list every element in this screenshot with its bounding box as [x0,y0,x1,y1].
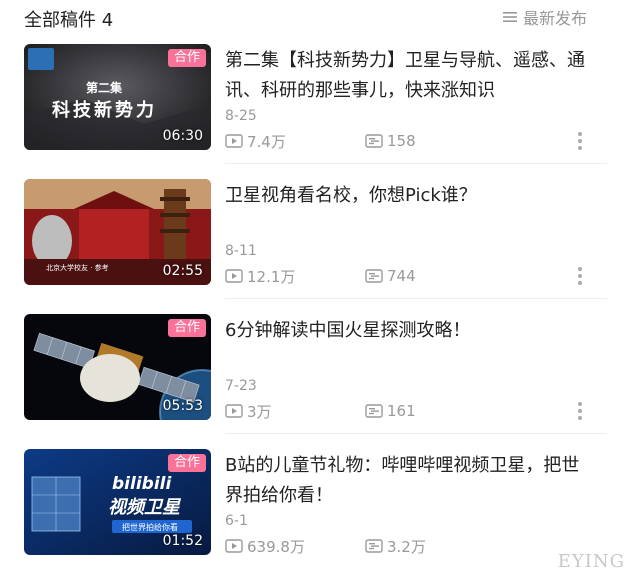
header: 全部稿件 4 最新发布 [0,0,637,36]
publish-date: 6-1 [225,513,248,529]
video-duration: 01:52 [162,533,203,549]
danmaku-icon [365,134,383,148]
cooperation-badge: 合作 [167,454,206,472]
video-thumbnail[interactable]: 北京大学校友 · 参考 02:55 [24,179,211,285]
video-item[interactable]: 第二集 科技新势力 合作 06:30 第二集【科技新势力】卫星与导航、遥感、通讯… [0,36,637,171]
video-thumbnail[interactable]: bilibili 视频卫星 把世界拍给你看 合作 01:52 [24,449,211,555]
play-count-icon [225,269,243,283]
danmaku-count-value: 744 [387,267,416,285]
watermark-logo: EYING [557,551,625,572]
video-title[interactable]: 6分钟解读中国火星探测攻略！ [225,316,595,346]
thumb-caption-1: 北京大学校友 · 参考 [46,263,109,272]
publish-date: 8-11 [225,243,257,259]
divider [225,433,607,434]
video-item[interactable]: 北京大学校友 · 参考 02:55 卫星视角看名校，你想Pick谁？ 8-11 … [0,171,637,306]
play-count-icon [225,404,243,418]
view-count-value: 7.4万 [247,132,286,151]
page-title: 全部稿件 4 [24,10,114,31]
view-count: 7.4万 [225,131,365,152]
view-count-value: 12.1万 [247,267,296,286]
danmaku-icon [365,404,383,418]
thumb-caption-3: 把世界拍给你看 [122,522,178,532]
video-duration: 06:30 [162,128,203,144]
more-vertical-icon [578,267,582,285]
view-count-value: 3万 [247,402,272,421]
more-options-button[interactable] [570,396,590,426]
danmaku-count: 3.2万 [365,536,426,557]
video-duration: 05:53 [162,398,203,414]
danmaku-count: 158 [365,132,416,150]
danmaku-count: 744 [365,267,416,285]
video-stats: 3万 161 [225,400,416,422]
publish-date: 8-25 [225,108,257,124]
video-thumbnail[interactable]: 合作 05:53 [24,314,211,420]
more-options-button[interactable] [570,126,590,156]
danmaku-icon [365,539,383,553]
thumb-caption-1: bilibili [112,474,172,494]
danmaku-count-value: 161 [387,402,416,420]
video-title[interactable]: 第二集【科技新势力】卫星与导航、遥感、通讯、科研的那些事儿，快来涨知识 [225,46,595,106]
danmaku-count: 161 [365,402,416,420]
video-thumbnail[interactable]: 第二集 科技新势力 合作 06:30 [24,44,211,150]
thumb-caption-2: 科技新势力 [52,99,157,121]
danmaku-count-value: 158 [387,132,416,150]
video-stats: 639.8万 3.2万 [225,535,426,557]
divider [225,298,607,299]
view-count: 639.8万 [225,536,365,557]
more-vertical-icon [578,402,582,420]
thumb-caption-2: 视频卫星 [108,497,182,518]
danmaku-count-value: 3.2万 [387,537,426,556]
play-count-icon [225,539,243,553]
more-options-button[interactable] [570,261,590,291]
list-icon [502,12,517,22]
video-stats: 7.4万 158 [225,130,416,152]
cooperation-badge: 合作 [167,49,206,67]
video-stats: 12.1万 744 [225,265,416,287]
video-item[interactable]: 合作 05:53 6分钟解读中国火星探测攻略！ 7-23 3万 161 [0,306,637,441]
view-count-value: 639.8万 [247,537,305,556]
cooperation-badge: 合作 [167,319,206,337]
view-count: 3万 [225,401,365,422]
publish-date: 7-23 [225,378,257,394]
thumb-caption-1: 第二集 [86,80,123,95]
video-duration: 02:55 [162,263,203,279]
more-vertical-icon [578,132,582,150]
danmaku-icon [365,269,383,283]
video-title[interactable]: B站的儿童节礼物：哔哩哔哩视频卫星，把世界拍给你看！ [225,451,595,511]
play-count-icon [225,134,243,148]
view-count: 12.1万 [225,266,365,287]
video-item[interactable]: bilibili 视频卫星 把世界拍给你看 合作 01:52 B站的儿童节礼物：… [0,441,637,576]
sort-label: 最新发布 [522,9,587,28]
sort-button[interactable]: 最新发布 [502,6,587,28]
divider [225,163,607,164]
video-title[interactable]: 卫星视角看名校，你想Pick谁？ [225,181,595,211]
